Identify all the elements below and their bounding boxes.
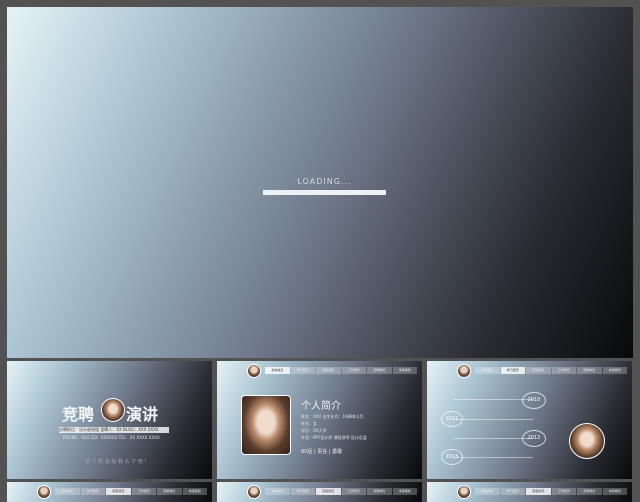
year-2011: 2011 bbox=[441, 411, 463, 427]
mini-avatar bbox=[457, 364, 471, 378]
loading-label: LOADING... bbox=[297, 177, 352, 186]
mini-avatar bbox=[247, 485, 261, 499]
slogan: 给 个 机 会 给 我 么 下 吧 ! bbox=[85, 459, 147, 465]
slide-thumbnail-1[interactable]: 竞聘 演讲 应聘职位：设计部经理 竞聘人：XX BLOG：XXX XXXX PH… bbox=[7, 361, 212, 479]
info-line-1: 应聘职位：设计部经理 竞聘人：XX BLOG：XXX XXXX bbox=[59, 427, 169, 433]
profile-photo bbox=[569, 423, 605, 459]
slide-thumbnail-5[interactable]: 基本信息 学习经历 获奖情况 工作经历 竞聘岗位 未来规划 bbox=[217, 482, 422, 502]
timeline-line bbox=[453, 399, 533, 400]
thumbnail-nav: 基本信息 学习经历 获奖情况 工作经历 竞聘岗位 未来规划 bbox=[475, 367, 628, 374]
main-slide-preview: LOADING... bbox=[7, 7, 633, 358]
title-right: 演讲 bbox=[126, 405, 159, 424]
slide-thumbnail-3[interactable]: 基本信息 学习经历 获奖情况 工作经历 竞聘岗位 未来规划 2010 2011 … bbox=[427, 361, 632, 479]
mini-avatar bbox=[457, 485, 471, 499]
slide-thumbnail-2[interactable]: 基本信息 学习经历 获奖情况 工作经历 竞聘岗位 未来规划 个人简介 姓名：XX… bbox=[217, 361, 422, 479]
thumbnail-nav: 基本信息 学习经历 获奖情况 工作经历 竞聘岗位 未来规划 bbox=[265, 488, 418, 495]
tags: 80后 | 责任 | 勇敢 bbox=[301, 449, 343, 455]
info-line-2: PHONE：XXX QQ：XXXXXX TEL：XX XXXX XXXX bbox=[63, 435, 160, 440]
loading-progress-bar bbox=[263, 190, 386, 195]
timeline-line bbox=[453, 438, 533, 439]
detail-line: 学历：XX大学 bbox=[301, 428, 327, 433]
year-2013: 2013 bbox=[441, 449, 463, 465]
thumbnail-nav: 基本信息 学习经历 获奖情况 工作经历 竞聘岗位 未来规划 bbox=[475, 488, 628, 495]
year-2012: 2012 bbox=[522, 430, 546, 447]
thumbnail-nav: 基本信息 学习经历 获奖情况 工作经历 竞聘岗位 未来规划 bbox=[55, 488, 208, 495]
avatar bbox=[101, 398, 125, 422]
detail-line: 专业：PPT设计师 课程讲师 设计总监 bbox=[301, 435, 367, 440]
slide-thumbnail-6[interactable]: 基本信息 学习经历 获奖情况 工作经历 竞聘岗位 未来规划 bbox=[427, 482, 632, 502]
detail-line: 性别：女 bbox=[301, 421, 317, 426]
title-left: 竞聘 bbox=[62, 405, 95, 424]
timeline-line bbox=[453, 457, 533, 458]
timeline-line bbox=[453, 419, 533, 420]
mini-avatar bbox=[247, 364, 261, 378]
slide-thumbnail-4[interactable]: 基本信息 学习经历 获奖情况 工作经历 竞聘岗位 未来规划 bbox=[7, 482, 212, 502]
thumbnail-nav: 基本信息 学习经历 获奖情况 工作经历 竞聘岗位 未来规划 bbox=[265, 367, 418, 374]
profile-photo bbox=[241, 395, 291, 455]
year-2010: 2010 bbox=[522, 392, 546, 409]
section-heading: 个人简介 bbox=[301, 401, 341, 412]
detail-line: 姓名：XXX 出生年月：1988年1月 bbox=[301, 414, 364, 419]
loading-progress-fill bbox=[263, 190, 386, 195]
mini-avatar bbox=[37, 485, 51, 499]
